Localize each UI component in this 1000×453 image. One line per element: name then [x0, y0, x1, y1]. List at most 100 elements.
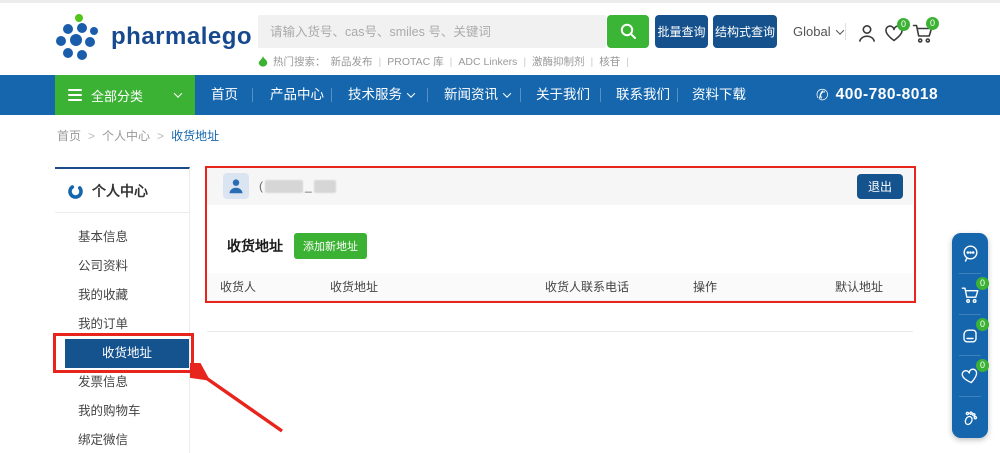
hot-search-link[interactable]: 激酶抑制剂 — [532, 54, 585, 69]
sidebar-item-favorites[interactable]: 我的收藏 — [55, 281, 189, 310]
nav-label: 资料下载 — [692, 75, 746, 115]
phone-icon: ✆ — [816, 86, 829, 104]
profile-row: ( _ 退出 — [207, 167, 913, 205]
batch-query-button[interactable]: 批量查询 — [655, 15, 708, 48]
molecule-logo-icon — [56, 14, 102, 60]
logout-button[interactable]: 退出 — [857, 174, 903, 199]
nav-label: 首页 — [211, 75, 238, 115]
nav-news[interactable]: 新闻资讯 — [444, 75, 510, 115]
redacted-text — [265, 180, 303, 193]
nav-products[interactable]: 产品中心 — [270, 75, 324, 115]
toolbar-favorites-button[interactable]: 0 — [952, 356, 988, 397]
page: pharmalego 热门搜索： 新品发布 | PROTAC 库 | ADC L… — [0, 0, 1000, 453]
nav-divider — [331, 88, 332, 102]
inquiry-list-button[interactable]: 0 — [952, 315, 988, 356]
chevron-down-icon — [407, 89, 415, 97]
breadcrumb-home[interactable]: 首页 — [57, 127, 81, 144]
search-input[interactable] — [258, 15, 606, 48]
swirl-icon — [64, 179, 88, 203]
nav-divider — [427, 88, 428, 102]
user-icon — [856, 22, 878, 44]
hot-search-separator: | — [450, 56, 453, 68]
section-title: 收货地址 — [227, 236, 283, 256]
breadcrumb-separator: > — [157, 129, 164, 143]
toolbar-favorites-badge: 0 — [976, 359, 989, 372]
nav-label: 技术服务 — [348, 75, 402, 115]
column-default: 默认地址 — [835, 273, 883, 301]
nav-home[interactable]: 首页 — [211, 75, 238, 115]
column-consignee: 收货人 — [220, 273, 256, 301]
sidebar-item-wechat-binding[interactable]: 绑定微信 — [55, 426, 189, 453]
section-header: 收货地址 添加新地址 — [207, 205, 913, 259]
redacted-text — [314, 180, 336, 193]
structure-query-button[interactable]: 结构式查询 — [713, 15, 777, 48]
account-button[interactable] — [856, 22, 878, 49]
nav-downloads[interactable]: 资料下载 — [692, 75, 746, 115]
hot-search-bar: 热门搜索： 新品发布 | PROTAC 库 | ADC Linkers | 激酶… — [258, 54, 630, 69]
hot-search-separator: | — [591, 56, 594, 68]
hot-search-separator: | — [379, 56, 382, 68]
sidebar-item-shipping-address[interactable]: 收货地址 — [65, 339, 189, 368]
username-separator: _ — [305, 179, 312, 193]
hot-search-label: 热门搜索： — [273, 54, 326, 69]
hot-search-link[interactable]: ADC Linkers — [458, 56, 517, 68]
column-actions: 操作 — [693, 273, 717, 301]
address-table-header: 收货人 收货地址 收货人联系电话 操作 默认地址 — [207, 273, 913, 301]
username: ( _ — [259, 179, 336, 193]
nav-divider — [600, 88, 601, 102]
sidebar-item-invoice-info[interactable]: 发票信息 — [55, 368, 189, 397]
username-prefix: ( — [259, 179, 263, 193]
cart-icon — [961, 286, 980, 304]
brand-name: pharmalego — [111, 23, 252, 51]
hot-search-link[interactable]: 新品发布 — [331, 54, 373, 69]
breadcrumb-current: 收货地址 — [171, 127, 219, 144]
nav-label: 产品中心 — [270, 75, 324, 115]
sidebar-item-cart[interactable]: 我的购物车 — [55, 397, 189, 426]
add-address-button[interactable]: 添加新地址 — [294, 233, 367, 259]
sidebar-item-basic-info[interactable]: 基本信息 — [55, 223, 189, 252]
hot-search-link[interactable]: 核苷 — [599, 54, 620, 69]
search-button[interactable] — [607, 15, 649, 48]
nav-divider — [677, 88, 678, 102]
nav-divider — [520, 88, 521, 102]
toolbar-cart-button[interactable]: 0 — [952, 274, 988, 315]
sidebar-menu: 基本信息 公司资料 我的收藏 我的订单 收货地址 发票信息 我的购物车 绑定微信 — [55, 213, 189, 453]
chevron-down-icon — [503, 89, 511, 97]
menu-icon — [68, 89, 82, 101]
all-categories-button[interactable]: 全部分类 — [55, 75, 195, 115]
breadcrumb-user-center[interactable]: 个人中心 — [102, 127, 150, 144]
region-selector[interactable]: Global — [793, 24, 843, 39]
column-address: 收货地址 — [330, 273, 378, 301]
flame-icon — [258, 56, 268, 68]
sidebar-item-company-info[interactable]: 公司资料 — [55, 252, 189, 281]
hot-search-separator: | — [523, 56, 526, 68]
nav-tech-services[interactable]: 技术服务 — [348, 75, 414, 115]
avatar — [223, 173, 249, 199]
user-avatar-icon — [227, 177, 245, 195]
inquiry-icon — [961, 327, 979, 345]
annotation-arrow — [190, 363, 290, 438]
footprint-icon — [961, 409, 979, 427]
floating-toolbar: 0 0 0 — [952, 233, 988, 438]
nav-label: 联系我们 — [616, 75, 670, 115]
chat-icon — [961, 244, 980, 263]
topbar: pharmalego 热门搜索： 新品发布 | PROTAC 库 | ADC L… — [0, 3, 1000, 75]
main-navbar: 全部分类 首页 产品中心 技术服务 新闻资讯 关于我们 联系我们 资料下载 ✆ … — [0, 75, 1000, 115]
brand-logo[interactable]: pharmalego — [56, 14, 252, 60]
browsing-history-button[interactable] — [952, 397, 988, 438]
breadcrumb-separator: > — [88, 129, 95, 143]
hot-search-separator: | — [626, 56, 629, 68]
sidebar-title: 个人中心 — [92, 181, 148, 201]
customer-service-button[interactable] — [952, 233, 988, 274]
nav-label: 新闻资讯 — [444, 75, 498, 115]
chevron-down-icon — [835, 26, 843, 34]
cart-count-badge: 0 — [926, 17, 939, 30]
favorites-count-badge: 0 — [897, 18, 910, 31]
inquiry-badge: 0 — [976, 318, 989, 331]
nav-contact-us[interactable]: 联系我们 — [616, 75, 670, 115]
nav-about-us[interactable]: 关于我们 — [536, 75, 590, 115]
hot-search-link[interactable]: PROTAC 库 — [387, 54, 443, 69]
service-phone: ✆ 400-780-8018 — [816, 75, 938, 115]
sidebar-item-orders[interactable]: 我的订单 — [55, 310, 189, 339]
breadcrumb: 首页 > 个人中心 > 收货地址 — [57, 127, 219, 144]
